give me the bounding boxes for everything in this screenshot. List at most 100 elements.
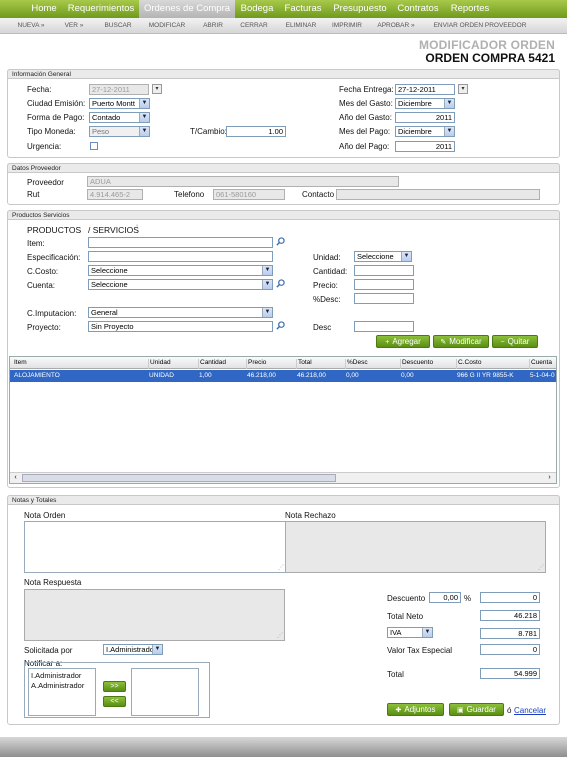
scrollbar-thumb[interactable] — [22, 474, 336, 482]
notificar-selected-list[interactable] — [131, 668, 199, 716]
page-title-block: MODIFICADOR ORDEN ORDEN COMPRA 5421 — [419, 39, 555, 65]
table-row[interactable]: ALOJAMIENTO UNIDAD 1,00 46.218,00 46.218,00 0… — [10, 370, 556, 382]
cimputacion-select[interactable]: General ▼ — [88, 307, 273, 318]
fecha-entrega-field[interactable]: 27-12-2011 — [395, 84, 455, 95]
subnav-eliminar[interactable]: ELIMINAR — [282, 18, 320, 34]
subnav-enviar-orden[interactable]: ENVIAR ORDEN PROVEEDOR — [430, 18, 530, 34]
nav-facturas[interactable]: Facturas — [281, 0, 325, 18]
column-header[interactable]: %Desc — [345, 359, 368, 369]
proveedor-field[interactable]: ADUA — [87, 176, 399, 187]
fecha-field[interactable]: 27-12-2011 — [89, 84, 149, 95]
solicitada-label: Solicitada por — [24, 646, 73, 655]
search-icon[interactable] — [276, 279, 285, 288]
column-header[interactable]: C.Costo — [456, 359, 481, 369]
nav-requerimientos[interactable]: Requerimientos — [65, 0, 137, 18]
scroll-left-icon[interactable]: ‹ — [11, 474, 20, 482]
tab-servicios[interactable]: / SERVICIOS — [88, 225, 139, 235]
nav-reportes[interactable]: Reportes — [446, 0, 494, 18]
plus-icon: + — [385, 339, 390, 346]
adjuntos-button[interactable]: ✚ Adjuntos — [387, 703, 444, 716]
chevron-down-icon: ▼ — [139, 127, 149, 136]
horizontal-scrollbar[interactable]: ‹ › — [10, 472, 556, 483]
notificar-available-list[interactable]: I.Administrador A.Administrador — [28, 668, 96, 716]
descuento-pct-field[interactable]: 0,00 — [429, 592, 461, 603]
urgencia-label: Urgencia: — [27, 142, 62, 151]
subnav-buscar[interactable]: BUSCAR — [100, 18, 136, 34]
descuento-field[interactable]: 0 — [480, 592, 540, 603]
nav-home[interactable]: Home — [25, 0, 63, 18]
list-item[interactable]: A.Administrador — [31, 681, 84, 690]
subnav-aprobar[interactable]: APROBAR » — [374, 18, 418, 34]
urgencia-checkbox[interactable] — [90, 142, 98, 150]
column-header[interactable]: Cantidad — [198, 359, 226, 369]
subnav-cerrar[interactable]: CERRAR — [238, 18, 270, 34]
calendar-icon[interactable]: ▾ — [152, 84, 162, 94]
nota-rechazo-textarea[interactable]: ⋰ — [285, 521, 546, 573]
nota-orden-label: Nota Orden — [24, 511, 66, 520]
especificacion-field[interactable] — [88, 251, 273, 262]
nota-orden-textarea[interactable]: ⋰ — [24, 521, 286, 573]
contacto-field[interactable] — [336, 189, 540, 200]
ciudad-select[interactable]: Puerto Montt ▼ — [89, 98, 150, 109]
nav-bodega[interactable]: Bodega — [237, 0, 277, 18]
mes-pago-select[interactable]: Diciembre ▼ — [395, 126, 455, 137]
rut-field[interactable]: 4.914.465-2 — [87, 189, 143, 200]
chevron-down-icon: ▼ — [262, 266, 272, 275]
proyecto-field[interactable]: Sin Proyecto — [88, 321, 273, 332]
tipo-moneda-select[interactable]: Peso ▼ — [89, 126, 150, 137]
search-icon[interactable] — [276, 321, 285, 330]
column-header[interactable]: Total — [296, 359, 312, 369]
subnav-nueva[interactable]: NUEVA » — [12, 18, 50, 34]
nav-contratos[interactable]: Contratos — [394, 0, 442, 18]
column-header[interactable]: Unidad — [148, 359, 171, 369]
subnav-abrir[interactable]: ABRIR — [198, 18, 228, 34]
tcambio-field[interactable]: 1.00 — [226, 126, 286, 137]
column-header[interactable]: Item — [13, 359, 27, 369]
solicitada-select[interactable]: I.Administrador ▼ — [103, 644, 163, 655]
telefono-label: Telefono — [174, 190, 205, 199]
move-right-button[interactable]: >> — [103, 681, 126, 692]
unidad-select[interactable]: Seleccione ▼ — [354, 251, 412, 262]
table-cell: 46.218,00 — [297, 372, 326, 379]
quitar-button[interactable]: − Quitar — [492, 335, 538, 348]
column-header[interactable]: Precio — [246, 359, 266, 369]
total-field[interactable]: 54.999 — [480, 668, 540, 679]
cancelar-link[interactable]: Cancelar — [514, 706, 546, 715]
column-header[interactable]: Cuenta — [529, 359, 552, 369]
resize-grip-icon: ⋰ — [538, 565, 544, 571]
tax-field[interactable]: 0 — [480, 644, 540, 655]
subnav-ver[interactable]: VER » — [60, 18, 88, 34]
column-header[interactable]: Descuento — [400, 359, 433, 369]
anio-gasto-field[interactable]: 2011 — [395, 112, 455, 123]
iva-field[interactable]: 8.781 — [480, 628, 540, 639]
move-left-button[interactable]: << — [103, 696, 126, 707]
nav-presupuesto[interactable]: Presupuesto — [329, 0, 391, 18]
subnav-imprimir[interactable]: IMPRIMIR — [330, 18, 364, 34]
precio-field[interactable] — [354, 279, 414, 290]
nota-respuesta-textarea[interactable]: ⋰ — [24, 589, 285, 641]
scroll-right-icon[interactable]: › — [545, 474, 554, 482]
calendar-icon[interactable]: ▾ — [458, 84, 468, 94]
mes-gasto-select[interactable]: Diciembre ▼ — [395, 98, 455, 109]
iva-select[interactable]: IVA ▼ — [387, 627, 433, 638]
info-icon: ° — [136, 225, 139, 231]
section-notas-heading: Notas y Totales — [7, 495, 560, 505]
telefono-field[interactable]: 061-580160 — [213, 189, 285, 200]
modificar-button[interactable]: ✎ Modificar — [433, 335, 489, 348]
total-neto-field[interactable]: 46.218 — [480, 610, 540, 621]
agregar-button[interactable]: + Agregar — [376, 335, 430, 348]
pdesc-field[interactable] — [354, 293, 414, 304]
anio-pago-field[interactable]: 2011 — [395, 141, 455, 152]
ccosto-select[interactable]: Seleccione ▼ — [88, 265, 273, 276]
cantidad-field[interactable] — [354, 265, 414, 276]
guardar-button[interactable]: ▣ Guardar — [449, 703, 504, 716]
list-item[interactable]: I.Administrador — [31, 671, 81, 680]
cuenta-select[interactable]: Seleccione ▼ — [88, 279, 273, 290]
forma-pago-select[interactable]: Contado ▼ — [89, 112, 150, 123]
subnav-modificar[interactable]: MODIFICAR — [146, 18, 188, 34]
nav-ordenes-compra[interactable]: Ordenes de Compra — [139, 0, 235, 18]
item-field[interactable] — [88, 237, 273, 248]
tab-productos[interactable]: PRODUCTOS — [27, 225, 81, 235]
search-icon[interactable] — [276, 237, 285, 246]
desc-field[interactable] — [354, 321, 414, 332]
